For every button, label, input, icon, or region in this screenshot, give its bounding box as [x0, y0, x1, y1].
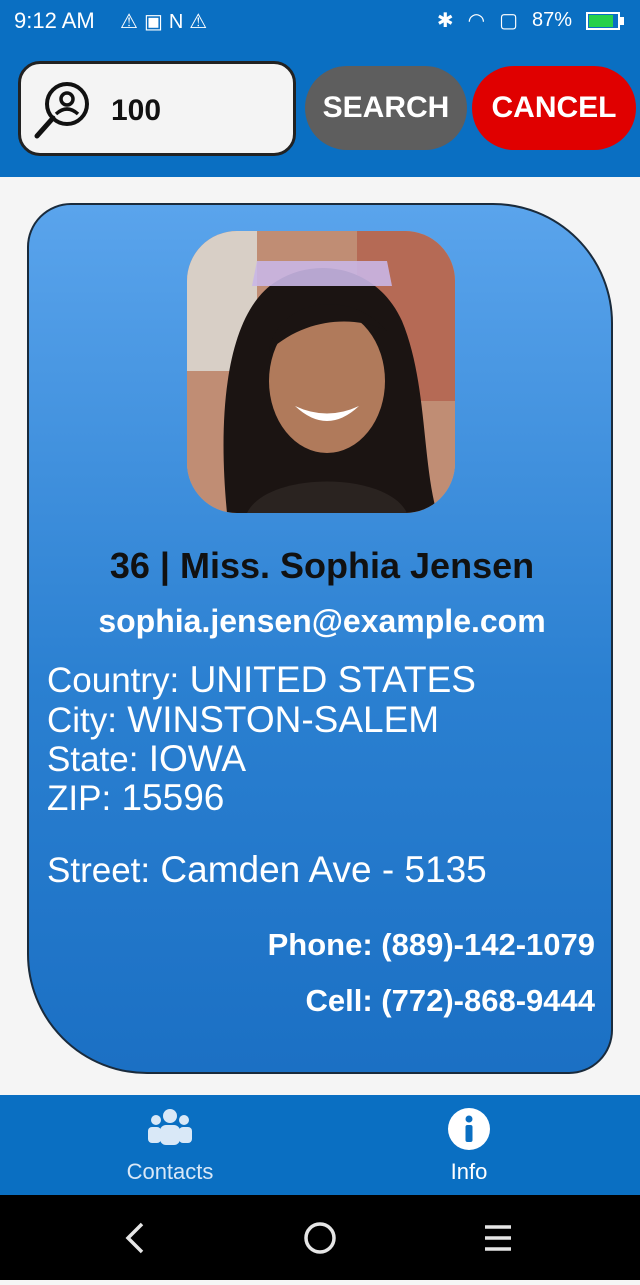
system-navigation-bar	[0, 1195, 640, 1280]
battery-icon	[586, 11, 624, 30]
image-icon: ▣	[143, 11, 169, 33]
city-row: City: WINSTON-SALEM	[47, 700, 439, 741]
state-value: IOWA	[148, 738, 247, 779]
battery-percent: 87%	[531, 9, 572, 31]
back-icon[interactable]	[125, 1222, 144, 1254]
contact-name: 36 | Miss. Sophia Jensen	[109, 545, 535, 586]
search-bar: SEARCH CANCEL	[0, 44, 640, 177]
bluetooth-icon: ✱	[436, 10, 454, 32]
state-label: State:	[47, 740, 139, 779]
info-icon	[448, 1108, 490, 1150]
zip-row: ZIP: 15596	[47, 778, 224, 819]
status-right: ✱ ◠ ▢ 87%	[436, 8, 624, 33]
country-label: Country:	[47, 661, 180, 700]
search-input[interactable]	[109, 92, 283, 130]
cancel-button[interactable]: CANCEL	[472, 66, 636, 150]
nav-contacts[interactable]: Contacts	[70, 1107, 270, 1185]
zip-value: 15596	[121, 777, 225, 818]
avatar-photo	[187, 231, 455, 513]
phone-number[interactable]: Phone: (889)-142-1079	[268, 927, 595, 963]
warning-icon: ⚠	[189, 11, 214, 33]
country-value: UNITED STATES	[189, 659, 476, 700]
nav-info-label: Info	[450, 1159, 488, 1184]
country-row: Country: UNITED STATES	[47, 660, 476, 701]
contacts-icon	[148, 1109, 192, 1145]
warning-icon: ⚠	[120, 11, 144, 33]
street-row: Street: Camden Ave - 5135	[47, 850, 487, 891]
notification-icons: ⚠▣N⚠	[120, 9, 213, 34]
user-search-icon	[34, 82, 89, 139]
wifi-icon: ◠	[467, 10, 486, 32]
status-time: 9:12 AM	[14, 8, 95, 33]
street-value: Camden Ave - 5135	[160, 849, 487, 890]
zip-label: ZIP:	[47, 779, 112, 818]
avatar	[187, 231, 455, 513]
cell-number[interactable]: Cell: (772)-868-9444	[306, 983, 596, 1019]
contact-email: sophia.jensen@example.com	[98, 603, 546, 639]
city-label: City:	[47, 701, 117, 740]
sim-icon: ▢	[499, 10, 518, 32]
street-label: Street:	[47, 851, 151, 890]
n-icon: N	[168, 11, 190, 33]
menu-icon[interactable]	[485, 1225, 511, 1251]
bottom-navigation: Contacts Info	[0, 1095, 640, 1195]
search-button[interactable]: SEARCH	[305, 66, 467, 150]
state-row: State: IOWA	[47, 739, 246, 780]
search-box[interactable]	[18, 61, 296, 156]
nav-info[interactable]: Info	[369, 1107, 569, 1185]
profile-card: 36 | Miss. Sophia Jensen sophia.jensen@e…	[27, 203, 613, 1074]
status-bar: 9:12 AM ⚠▣N⚠ ✱ ◠ ▢ 87%	[0, 0, 640, 44]
home-icon[interactable]	[304, 1222, 336, 1254]
city-value: WINSTON-SALEM	[127, 699, 440, 740]
nav-contacts-label: Contacts	[126, 1159, 214, 1184]
